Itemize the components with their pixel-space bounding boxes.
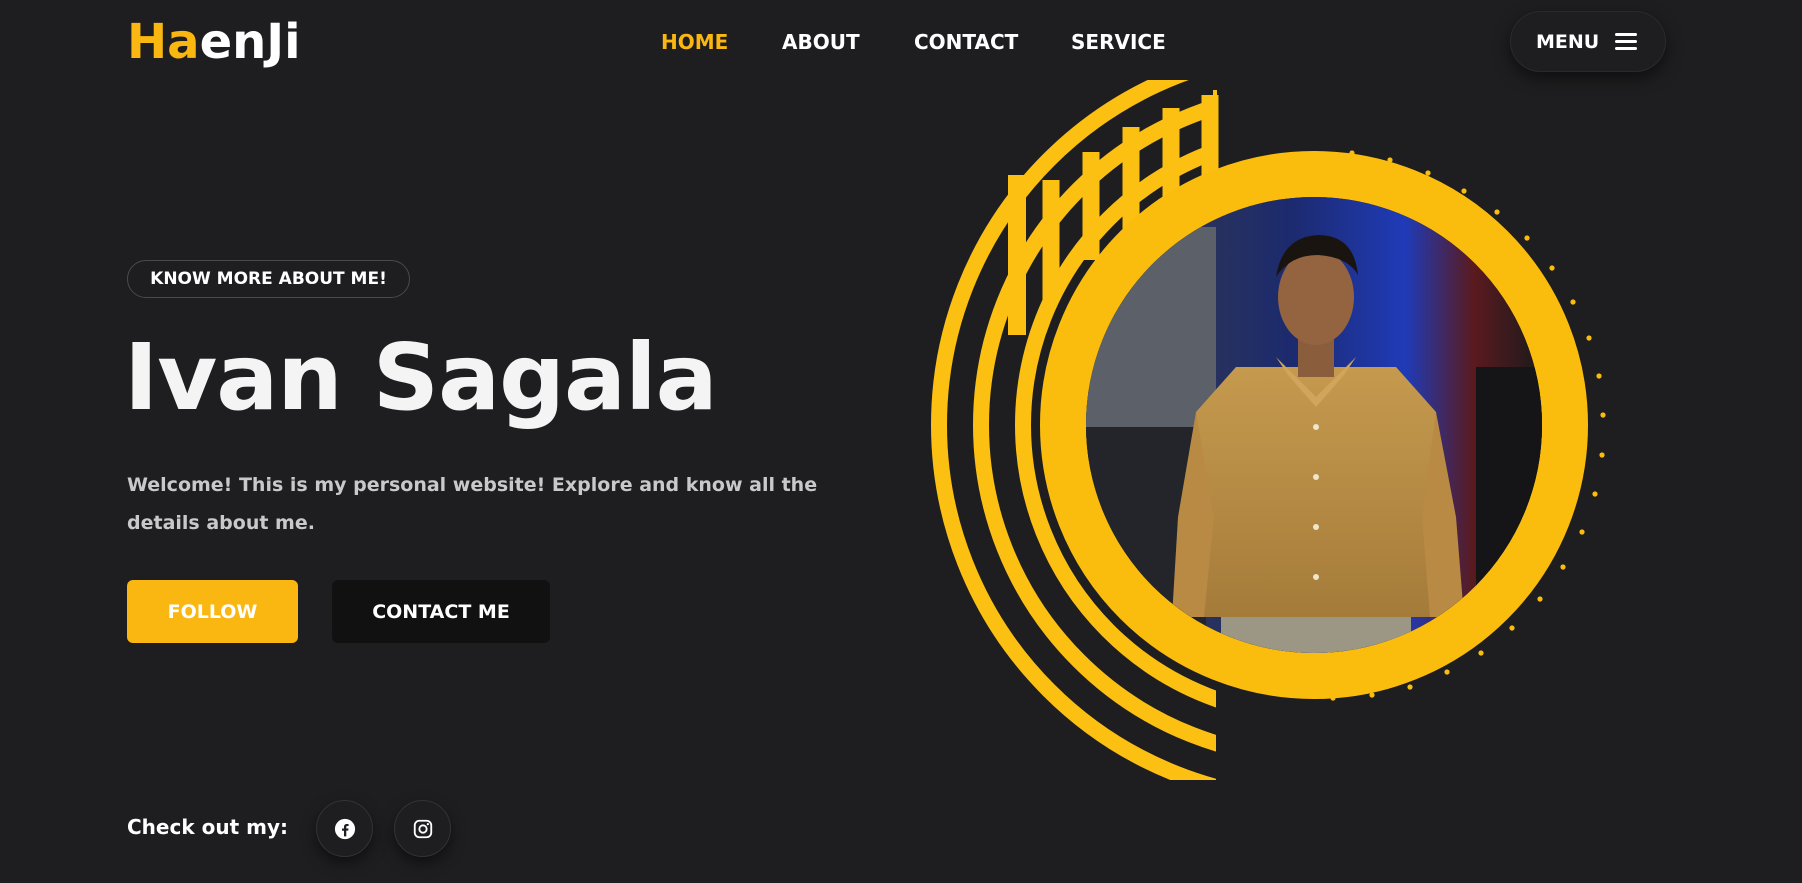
hamburger-icon — [1615, 33, 1637, 51]
facebook-link[interactable] — [316, 800, 373, 857]
facebook-icon — [334, 818, 355, 839]
menu-button[interactable]: MENU — [1510, 11, 1666, 72]
nav-home[interactable]: HOME — [661, 28, 728, 56]
nav-about[interactable]: ABOUT — [782, 28, 860, 56]
contact-me-button[interactable]: CONTACT ME — [332, 580, 550, 643]
social-label: Check out my: — [127, 815, 288, 839]
follow-button[interactable]: FOLLOW — [127, 580, 298, 643]
nav-service[interactable]: SERVICE — [1071, 28, 1166, 56]
instagram-link[interactable] — [394, 800, 451, 857]
know-more-chip[interactable]: KNOW MORE ABOUT ME! — [127, 260, 410, 298]
hero-intro: Welcome! This is my personal website! Ex… — [127, 474, 818, 534]
hero-name: Ivan Sagala — [124, 324, 718, 431]
menu-label: MENU — [1536, 30, 1600, 53]
nav-contact[interactable]: CONTACT — [914, 28, 1018, 56]
portrait-photo — [1086, 197, 1542, 653]
instagram-icon — [413, 819, 432, 838]
profile-photo — [1086, 197, 1542, 653]
